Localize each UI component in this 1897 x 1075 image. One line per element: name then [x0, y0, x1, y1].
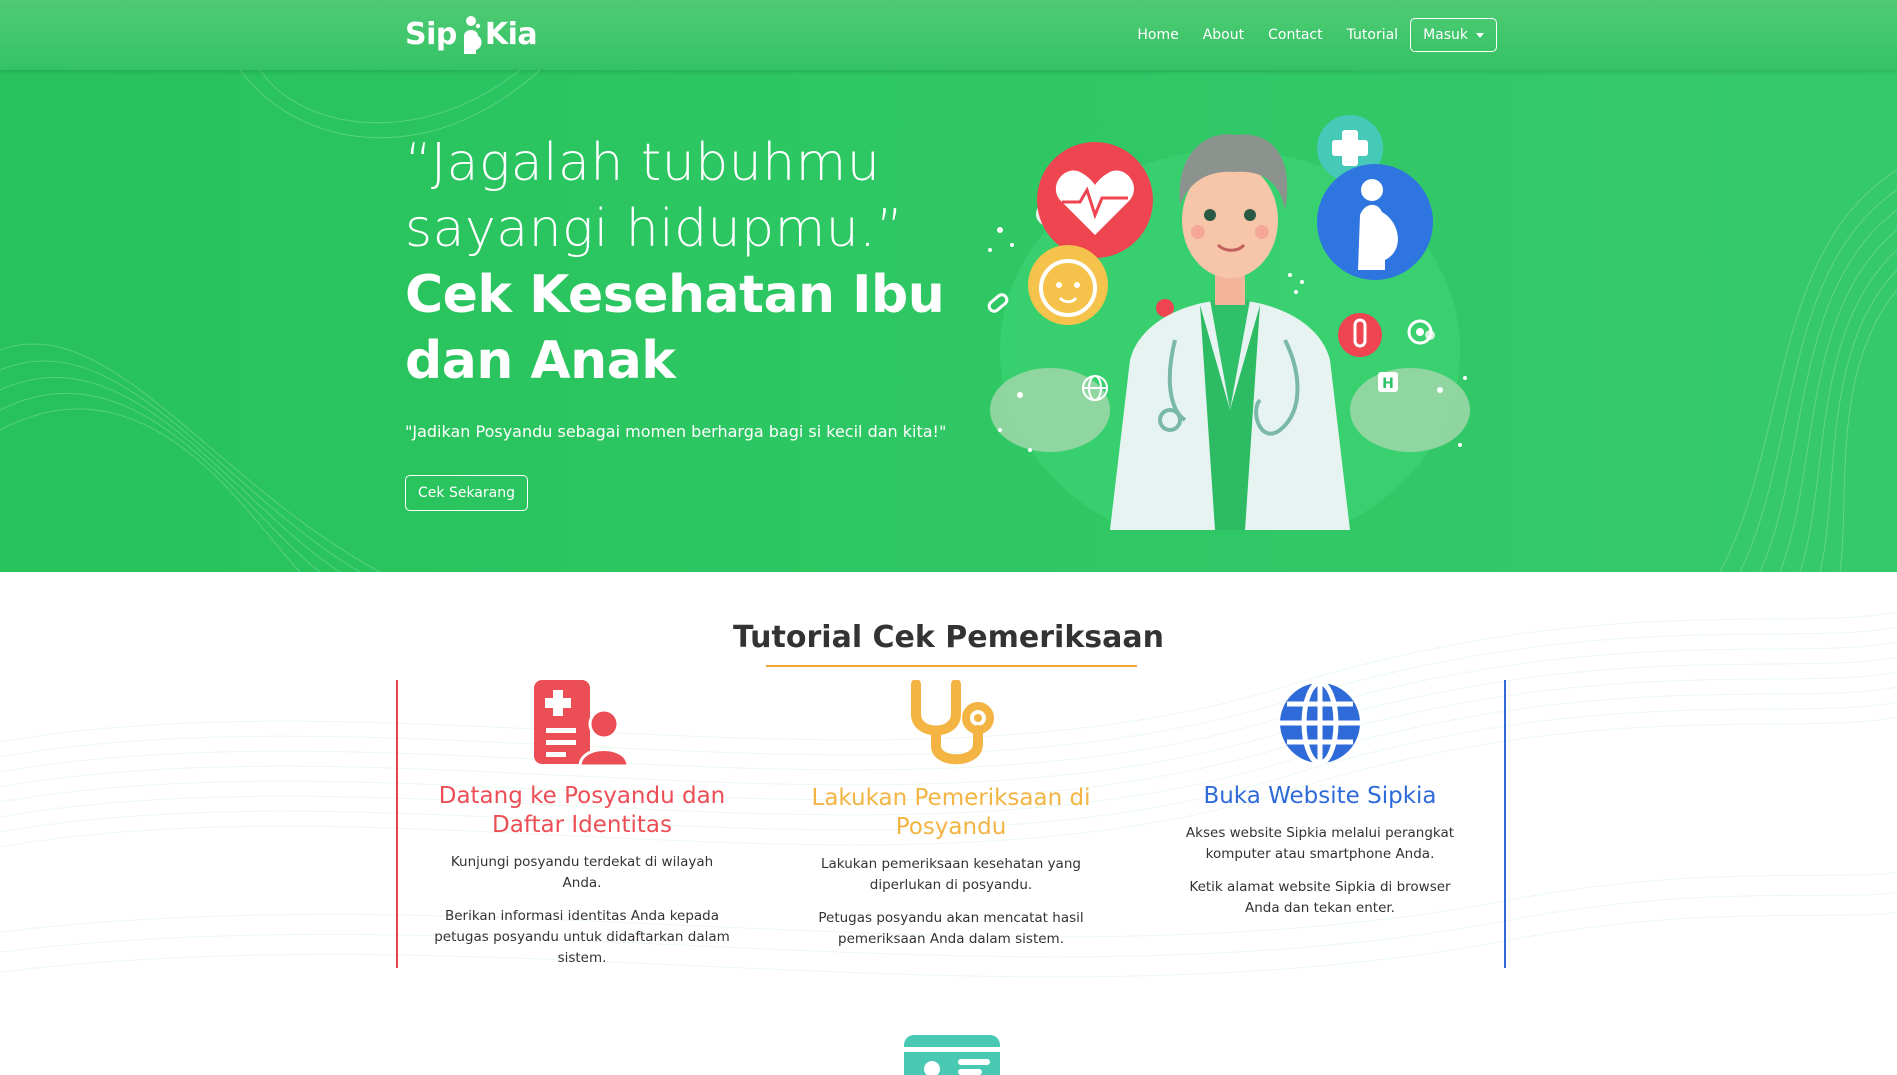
login-dropdown-label: Masuk [1423, 27, 1468, 43]
cek-sekarang-button[interactable]: Cek Sekarang [405, 475, 528, 511]
hero-text-block: “Jagalah tubuhmu sayangi hidupmu.” Cek K… [405, 130, 965, 441]
section-title-underline [766, 665, 1137, 667]
caret-down-icon [1476, 32, 1484, 38]
nav-contact-link[interactable]: Contact [1268, 27, 1322, 43]
hero-quote: “Jagalah tubuhmu sayangi hidupmu.” [405, 130, 965, 262]
tutorial-section-title: Tutorial Cek Pemeriksaan [733, 620, 1164, 655]
card-1-paragraph-2: Berikan informasi identitas Anda kepada … [434, 908, 730, 966]
card-2-paragraph-1: Lakukan pemeriksaan kesehatan yang diper… [821, 856, 1081, 893]
hero-section: “Jagalah tubuhmu sayangi hidupmu.” Cek K… [0, 70, 1897, 572]
hospital-sign-icon: H [1378, 372, 1398, 392]
mother-logo-icon [463, 16, 482, 54]
tutorial-card-2: Lakukan Pemeriksaan di Posyandu Lakukan … [766, 680, 1136, 950]
brand-prefix: Sip [405, 16, 457, 52]
card-2-paragraph-2: Petugas posyandu akan mencatat hasil pem… [818, 910, 1084, 947]
hero-headline-line-1: Cek Kesehatan Ibu [405, 265, 945, 325]
navbar: Sip Kia Home About Contact Tutorial Masu… [0, 0, 1897, 70]
nav-links: Home About Contact Tutorial Masuk [1137, 18, 1497, 52]
stethoscope-icon [911, 680, 994, 765]
hospital-user-icon [534, 680, 630, 766]
card-3-title: Buka Website Sipkia [1203, 783, 1437, 809]
nav-about-link[interactable]: About [1203, 27, 1244, 43]
login-dropdown-button[interactable]: Masuk [1410, 18, 1497, 52]
nav-tutorial-link[interactable]: Tutorial [1347, 27, 1398, 43]
pregnant-mother-icon [1317, 164, 1433, 280]
globe-icon [1280, 680, 1360, 766]
id-card-icon [904, 1035, 1000, 1075]
hero-quote-line-1: “Jagalah tubuhmu [405, 133, 881, 193]
heart-rate-icon [1037, 142, 1153, 258]
card-3-paragraph-1: Akses website Sipkia melalui perangkat k… [1185, 825, 1455, 862]
hero-quote-line-2: sayangi hidupmu.” [405, 199, 904, 259]
doctor-illustration: H [987, 115, 1470, 530]
baby-face-icon [1028, 245, 1108, 325]
card-3-paragraph-2: Ketik alamat website Sipkia di browser A… [1189, 879, 1451, 916]
card-1-title: Datang ke Posyandu dan Daftar Identitas [438, 783, 726, 838]
nav-home-link[interactable]: Home [1137, 27, 1178, 43]
hero-subtitle: "Jadikan Posyandu sebagai momen berharga… [405, 422, 947, 441]
tutorial-card-3: Buka Website Sipkia Akses website Sipkia… [1136, 680, 1506, 968]
svg-text:H: H [1382, 376, 1394, 392]
tutorial-card-1: Datang ke Posyandu dan Daftar Identitas … [396, 680, 766, 968]
hero-headline: Cek Kesehatan Ibu dan Anak [405, 262, 965, 394]
card-2-title: Lakukan Pemeriksaan di Posyandu [811, 785, 1091, 840]
hero-headline-line-2: dan Anak [405, 331, 676, 391]
test-tube-icon [1338, 313, 1382, 357]
card-1-paragraph-1: Kunjungi posyandu terdekat di wilayah An… [450, 854, 714, 891]
brand-logo[interactable]: Sip Kia [405, 10, 538, 58]
brand-suffix: Kia [484, 16, 538, 52]
